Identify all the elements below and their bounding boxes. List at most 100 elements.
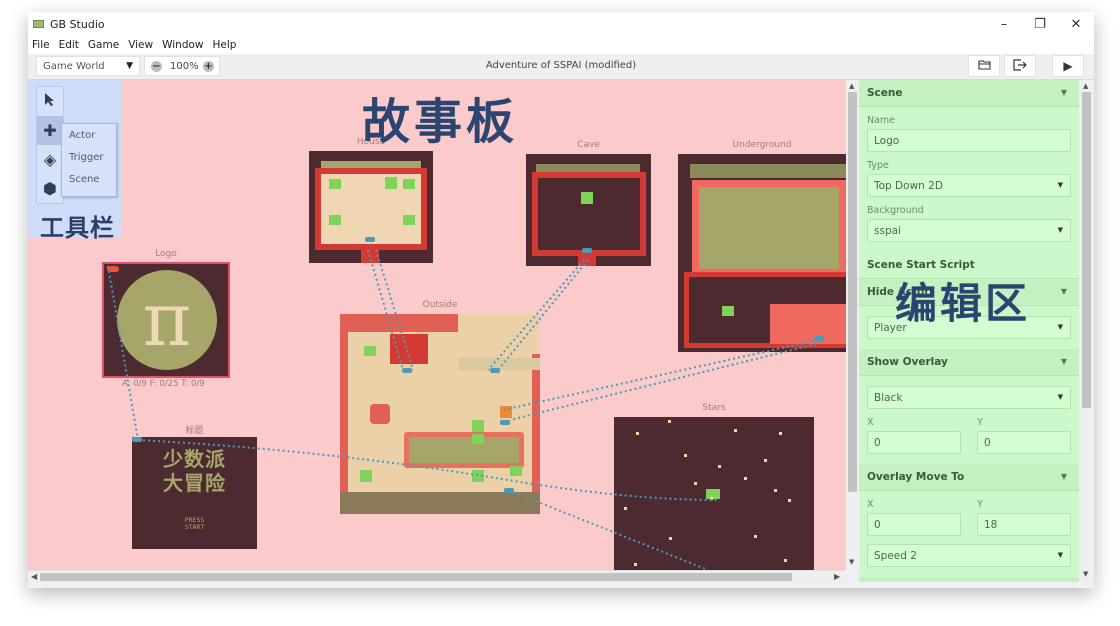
trigger-marker: [490, 368, 500, 373]
scene-name-input[interactable]: Logo: [867, 129, 1071, 152]
export-button[interactable]: [1004, 55, 1036, 77]
star: [779, 432, 782, 435]
title-line-1: 少数派: [163, 447, 226, 471]
overlay-x-input[interactable]: 0: [867, 431, 961, 454]
select-value: Top Down 2D: [874, 180, 943, 192]
app-icon: [33, 20, 44, 28]
star: [636, 432, 639, 435]
add-menu-trigger[interactable]: Trigger: [62, 146, 116, 168]
maximize-button[interactable]: ❐: [1022, 12, 1058, 36]
scene-outside[interactable]: Outside: [340, 300, 540, 514]
toolbar-annotation: 工具栏: [40, 214, 115, 242]
open-folder-button[interactable]: [968, 55, 1000, 77]
star: [669, 537, 672, 540]
collision-tool-button[interactable]: ⬢: [37, 174, 63, 203]
cube-icon: ⬢: [43, 179, 57, 198]
play-button[interactable]: ▶: [1052, 55, 1084, 77]
start-flag-icon: [107, 266, 119, 272]
menu-edit[interactable]: Edit: [59, 39, 79, 51]
tool-buttons: ✚ ◈ ⬢: [36, 86, 64, 204]
show-overlay-header[interactable]: Show Overlay ▼: [859, 349, 1079, 376]
menu-game[interactable]: Game: [88, 39, 119, 51]
horizontal-scrollbar[interactable]: ◀ ▶: [28, 570, 846, 582]
wait-header[interactable]: Wait ▼: [859, 577, 1079, 582]
scrollbar-thumb[interactable]: [40, 573, 792, 581]
trigger-marker: [500, 420, 510, 425]
eraser-tool-button[interactable]: ◈: [37, 145, 63, 174]
scene-stars[interactable]: Stars: [614, 403, 814, 570]
scene-cave[interactable]: Cave: [526, 140, 651, 266]
title-bar: GB Studio – ❐ ✕: [28, 12, 1094, 36]
overlay-color-select[interactable]: Black ▼: [867, 386, 1071, 409]
menu-help[interactable]: Help: [213, 39, 237, 51]
overlay-y-input[interactable]: 0: [977, 431, 1071, 454]
scroll-up-icon[interactable]: ▲: [1083, 82, 1088, 90]
x-label: X: [867, 499, 874, 510]
scroll-right-icon[interactable]: ▶: [834, 572, 840, 581]
title-logo: 少数派 大冒险: [132, 447, 257, 495]
export-icon: [1013, 58, 1027, 74]
plus-icon: ✚: [43, 121, 57, 140]
world-canvas[interactable]: Logo π A: 0/9 F: 0/25 T: 0/9 标题 少数派 大冒险 …: [28, 80, 846, 570]
minimize-button[interactable]: –: [986, 12, 1022, 36]
scroll-down-icon[interactable]: ▼: [849, 558, 854, 566]
add-menu-actor[interactable]: Actor: [62, 124, 116, 146]
pi-logo: π: [117, 270, 217, 370]
name-label: Name: [867, 115, 896, 126]
chevron-down-icon: ▼: [1057, 393, 1063, 401]
star: [774, 489, 777, 492]
select-value: sspai: [874, 225, 901, 237]
actor-radio: [403, 179, 415, 189]
actor-player: [706, 489, 720, 499]
cave-door: [578, 254, 596, 266]
scene-logo[interactable]: Logo π A: 0/9 F: 0/25 T: 0/9: [102, 249, 230, 389]
rocks-bottom: [340, 492, 540, 514]
menu-view[interactable]: View: [128, 39, 153, 51]
scroll-up-icon[interactable]: ▲: [849, 82, 854, 90]
menu-window[interactable]: Window: [162, 39, 203, 51]
overlay-move-header[interactable]: Overlay Move To ▼: [859, 464, 1079, 491]
select-tool-button[interactable]: [37, 87, 63, 116]
move-y-input[interactable]: 18: [977, 513, 1071, 536]
star: [754, 535, 757, 538]
scene-title[interactable]: 标题 少数派 大冒险 PRESS START: [132, 426, 257, 549]
star: [684, 454, 687, 457]
add-menu-scene[interactable]: Scene: [62, 168, 116, 190]
document-title: Adventure of SSPAI (modified): [485, 60, 637, 71]
app-window: GB Studio – ❐ ✕ File Edit Game View Wind…: [28, 12, 1094, 588]
scene-type-select[interactable]: Top Down 2D ▼: [867, 174, 1071, 197]
scene-section-header[interactable]: Scene ▼: [859, 80, 1079, 107]
star: [734, 429, 737, 432]
scrollbar-thumb[interactable]: [848, 92, 857, 492]
scene-stats: A: 0/9 F: 0/25 T: 0/9: [122, 379, 205, 389]
tree: [370, 404, 390, 424]
play-icon: ▶: [1063, 59, 1073, 73]
actor-npc: [472, 470, 484, 482]
select-value: Black: [874, 392, 903, 404]
type-label: Type: [867, 160, 889, 171]
select-value: Speed 2: [874, 550, 917, 562]
vertical-scrollbar[interactable]: ▲ ▼: [846, 80, 859, 570]
scroll-down-icon[interactable]: ▼: [1083, 570, 1088, 578]
actor-npc: [385, 177, 397, 189]
move-x-input[interactable]: 0: [867, 513, 961, 536]
chevron-down-icon: ▼: [1057, 323, 1063, 331]
star: [784, 559, 787, 562]
menu-bar: File Edit Game View Window Help: [28, 36, 1094, 54]
move-speed-select[interactable]: Speed 2 ▼: [867, 544, 1071, 567]
app-title: GB Studio: [50, 17, 105, 31]
scene-house[interactable]: House: [309, 137, 433, 263]
scroll-left-icon[interactable]: ◀: [31, 572, 37, 581]
background-select[interactable]: sspai ▼: [867, 219, 1071, 242]
close-button[interactable]: ✕: [1058, 12, 1094, 36]
editor-annotation: 编辑区: [895, 279, 1031, 328]
title-line-2: 大冒险: [163, 471, 226, 495]
inspector-scrollbar[interactable]: ▲ ▼: [1079, 80, 1094, 582]
star: [668, 420, 671, 423]
add-tool-button[interactable]: ✚: [37, 116, 63, 145]
start-line: START: [184, 523, 205, 531]
press-start-text: PRESS START: [132, 517, 257, 531]
scene-underground[interactable]: Underground: [678, 140, 846, 352]
menu-file[interactable]: File: [32, 39, 50, 51]
scrollbar-thumb[interactable]: [1082, 92, 1091, 408]
